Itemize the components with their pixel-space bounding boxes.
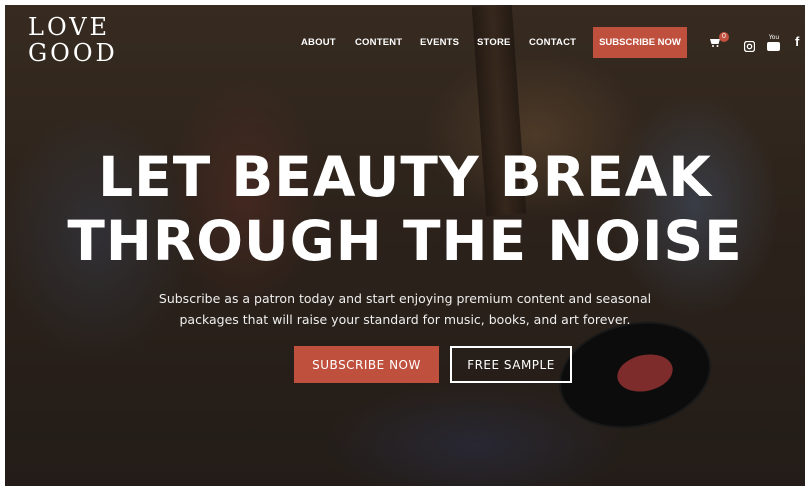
nav-item-about[interactable]: ABOUT [301, 37, 336, 48]
nav-item-contact[interactable]: CONTACT [529, 37, 576, 48]
hero-headline-line-1: LET BEAUTY BREAK [98, 145, 712, 209]
instagram-icon[interactable] [743, 37, 756, 56]
subscribe-now-button[interactable]: SUBSCRIBE NOW [294, 346, 439, 383]
hero-headline-line-2: THROUGH THE NOISE [67, 209, 743, 273]
nav-subscribe-button[interactable]: SUBSCRIBE NOW [593, 27, 687, 58]
facebook-icon[interactable]: f [795, 34, 799, 49]
free-sample-button[interactable]: FREE SAMPLE [450, 346, 572, 383]
main-nav: ABOUT CONTENT EVENTS STORE CONTACT [0, 33, 810, 55]
youtube-text: You [768, 34, 780, 41]
hero-subtext-line-2: packages that will raise your standard f… [179, 312, 631, 327]
nav-item-content[interactable]: CONTENT [355, 37, 402, 48]
youtube-icon[interactable]: You [767, 34, 781, 51]
hero-subtext-line-1: Subscribe as a patron today and start en… [158, 291, 652, 306]
nav-item-events[interactable]: EVENTS [420, 37, 459, 48]
nav-item-store[interactable]: STORE [477, 37, 511, 48]
cart-count-badge: 0 [719, 32, 729, 42]
